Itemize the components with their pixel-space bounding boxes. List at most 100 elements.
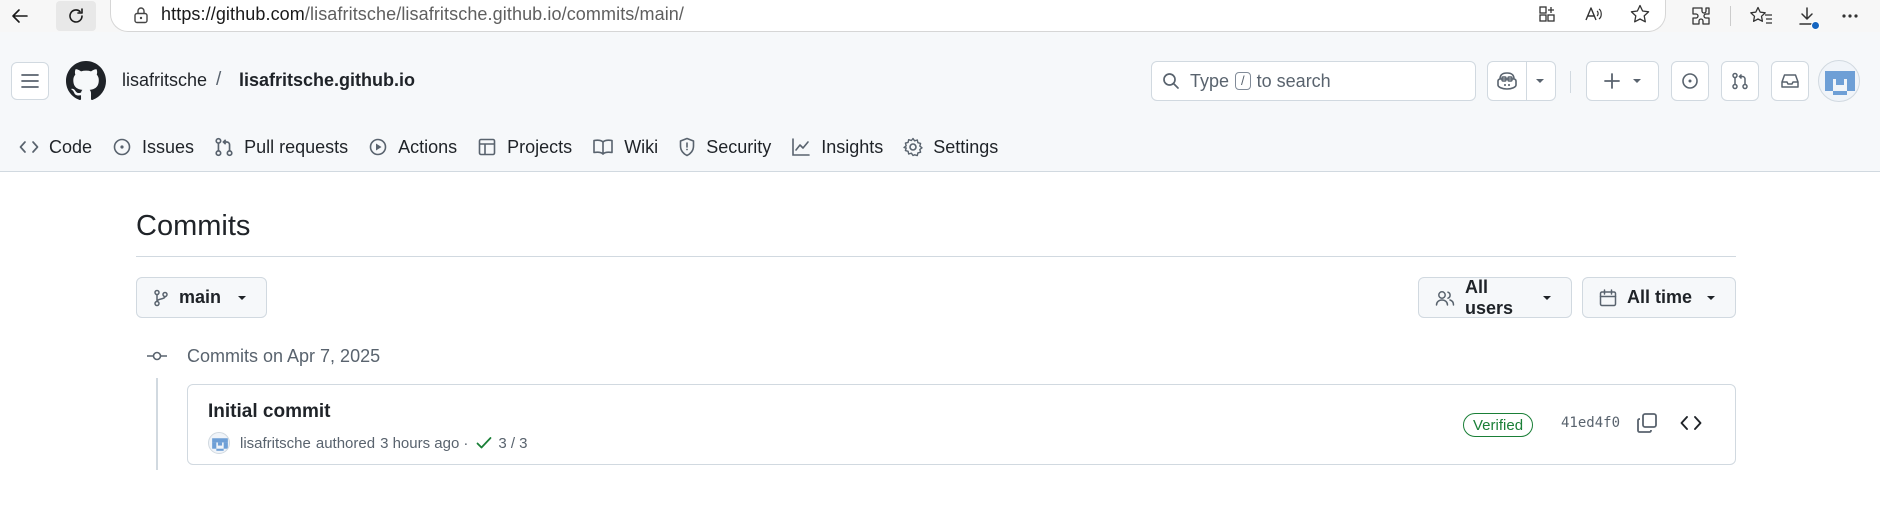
your-issues-button[interactable] xyxy=(1671,61,1709,101)
tab-code[interactable]: Code xyxy=(0,127,102,167)
author-avatar[interactable] xyxy=(208,432,230,454)
inbox-button[interactable] xyxy=(1771,61,1809,101)
gear-icon xyxy=(903,137,923,157)
search-prefix: Type xyxy=(1190,70,1230,91)
verified-badge[interactable]: Verified xyxy=(1463,413,1534,437)
issue-icon xyxy=(113,138,131,156)
breadcrumb-owner[interactable]: lisafritsche xyxy=(122,70,207,91)
download-badge xyxy=(1811,21,1820,30)
branch-icon xyxy=(154,289,168,306)
chevron-down-icon xyxy=(1632,79,1641,83)
breadcrumb-repo[interactable]: lisafritsche.github.io xyxy=(239,70,415,91)
back-icon xyxy=(12,9,28,23)
table-icon xyxy=(478,138,496,156)
users-filter-label: All users xyxy=(1464,276,1514,318)
repository-nav: Code Issues Pull requests Actions Projec… xyxy=(0,127,1008,167)
more-icon[interactable] xyxy=(1841,13,1859,19)
tab-pull-requests[interactable]: Pull requests xyxy=(204,127,358,167)
tab-settings-label: Settings xyxy=(933,136,999,157)
graph-icon xyxy=(792,138,811,156)
tab-pull-requests-label: Pull requests xyxy=(244,136,349,157)
breadcrumb-separator: / xyxy=(216,69,222,90)
shield-icon xyxy=(679,137,695,157)
tab-settings[interactable]: Settings xyxy=(893,127,1008,167)
hamburger-icon xyxy=(21,74,39,88)
commit-row: Initial commit lisafritsche authored 3 h… xyxy=(187,384,1736,465)
commit-meta: lisafritsche authored 3 hours ago · 3 / … xyxy=(208,432,528,454)
reload-button[interactable] xyxy=(56,1,96,31)
github-logo-icon[interactable] xyxy=(66,61,106,101)
header-divider xyxy=(1570,71,1571,93)
extensions-icon[interactable] xyxy=(1690,5,1712,27)
commit-sha-link[interactable]: 41ed4f0 xyxy=(1561,415,1620,431)
author-link[interactable]: lisafritsche xyxy=(240,435,311,452)
tab-actions[interactable]: Actions xyxy=(358,127,467,167)
user-avatar[interactable] xyxy=(1818,60,1860,102)
search-shortcut-key: / xyxy=(1235,72,1251,90)
search-input[interactable]: Type / to search xyxy=(1151,61,1476,101)
authored-text: authored xyxy=(315,434,376,452)
timeline-line xyxy=(156,378,158,470)
address-bar[interactable]: https://github.com/lisafritsche/lisafrit… xyxy=(110,0,1666,32)
branch-name: main xyxy=(179,287,222,307)
tab-security[interactable]: Security xyxy=(668,127,781,167)
tab-projects[interactable]: Projects xyxy=(467,127,582,167)
tab-issues[interactable]: Issues xyxy=(102,127,204,167)
plus-icon xyxy=(1603,73,1620,89)
copilot-icon[interactable] xyxy=(1496,71,1518,91)
title-divider xyxy=(136,256,1736,257)
chevron-down-icon xyxy=(1543,295,1551,300)
lock-icon xyxy=(134,6,148,23)
tab-wiki-label: Wiki xyxy=(624,136,659,157)
create-new-button[interactable] xyxy=(1586,61,1659,101)
tab-security-label: Security xyxy=(706,136,772,157)
tab-issues-label: Issues xyxy=(142,136,195,157)
your-pull-requests-button[interactable] xyxy=(1721,61,1759,101)
search-icon xyxy=(1163,73,1179,89)
chevron-down-icon[interactable] xyxy=(1533,72,1547,90)
git-commit-icon xyxy=(147,351,167,361)
time-filter-label: All time xyxy=(1627,287,1693,307)
pull-request-icon xyxy=(1732,72,1748,90)
github-header: lisafritsche / lisafritsche.github.io Ty… xyxy=(0,32,1880,172)
url-text: https://github.com/lisafritsche/lisafrit… xyxy=(161,4,685,24)
copy-icon[interactable] xyxy=(1635,411,1659,435)
issue-icon xyxy=(1682,73,1698,89)
menu-button[interactable] xyxy=(11,62,49,100)
commit-time: 3 hours ago xyxy=(380,434,460,452)
tab-actions-label: Actions xyxy=(398,136,458,157)
back-button[interactable] xyxy=(2,0,38,32)
app-available-icon[interactable] xyxy=(1537,4,1557,24)
chevron-down-icon xyxy=(238,295,246,300)
copilot-button-group xyxy=(1487,61,1556,101)
favorite-icon[interactable] xyxy=(1629,3,1651,25)
browse-code-icon[interactable] xyxy=(1679,413,1703,433)
inbox-icon xyxy=(1781,74,1799,88)
users-filter[interactable]: All users xyxy=(1418,277,1572,318)
time-filter[interactable]: All time xyxy=(1582,277,1736,318)
calendar-icon xyxy=(1599,288,1617,306)
identicon xyxy=(1825,71,1855,95)
commit-message-link[interactable]: Initial commit xyxy=(208,401,330,423)
check-icon[interactable] xyxy=(476,436,492,450)
meta-separator: · xyxy=(463,434,469,452)
identicon xyxy=(212,438,228,451)
tab-code-label: Code xyxy=(49,136,93,157)
checks-count[interactable]: 3 / 3 xyxy=(498,435,527,452)
tab-projects-label: Projects xyxy=(507,136,573,157)
downloads-button[interactable] xyxy=(1797,5,1820,30)
tab-insights[interactable]: Insights xyxy=(781,127,893,167)
tab-wiki[interactable]: Wiki xyxy=(582,127,668,167)
read-aloud-icon[interactable] xyxy=(1583,4,1603,24)
reload-icon xyxy=(69,8,83,23)
tab-insights-label: Insights xyxy=(821,136,884,157)
page-title: Commits xyxy=(136,210,251,242)
pull-request-icon xyxy=(215,137,233,157)
browser-toolbar: https://github.com/lisafritsche/lisafrit… xyxy=(0,0,1880,32)
commit-group-date: Commits on Apr 7, 2025 xyxy=(187,346,381,366)
code-icon xyxy=(19,141,39,153)
search-suffix: to search xyxy=(1256,70,1331,91)
branch-selector[interactable]: main xyxy=(136,277,267,318)
favorites-icon[interactable] xyxy=(1749,5,1773,27)
chevron-down-icon xyxy=(1707,295,1715,300)
